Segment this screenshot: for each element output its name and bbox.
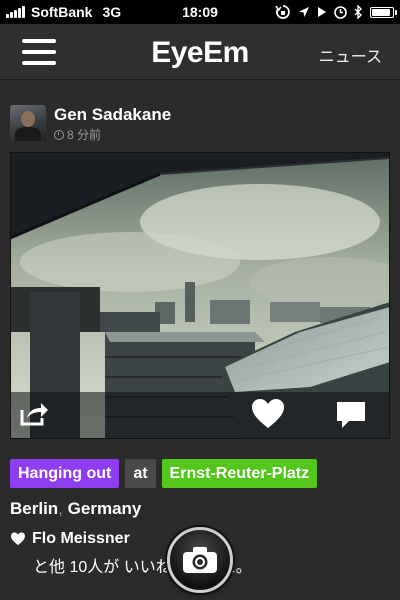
status-right <box>275 4 397 20</box>
carrier-name: SoftBank <box>31 4 93 20</box>
share-icon[interactable] <box>20 400 50 426</box>
location-city: Berlin <box>10 499 59 518</box>
rotation-lock-icon <box>275 5 290 19</box>
hamburger-menu-icon[interactable] <box>22 39 56 65</box>
post-photo[interactable] <box>10 152 390 439</box>
status-left: SoftBank 3G <box>6 4 121 20</box>
camera-icon <box>183 547 217 573</box>
signal-icon <box>6 6 25 18</box>
play-icon <box>318 7 326 17</box>
post-location[interactable]: Berlin, Germany <box>10 499 141 519</box>
photo-feed[interactable]: Gen Sadakane 8 分前 Hanging out at Ernst-R… <box>0 81 400 600</box>
alarm-icon <box>334 5 347 19</box>
avatar[interactable] <box>10 105 46 141</box>
at-label: at <box>125 459 156 488</box>
location-country: Germany <box>67 499 142 518</box>
nav-bar: EyeEm ニュース <box>0 24 400 80</box>
post-time: 8 分前 <box>54 126 171 143</box>
liker-name: Flo Meissner <box>32 530 130 547</box>
battery-icon <box>370 6 397 18</box>
status-bar: SoftBank 3G 18:09 <box>0 0 400 24</box>
location-arrow-icon <box>299 7 309 17</box>
comment-bubble-icon[interactable] <box>335 400 367 430</box>
user-name[interactable]: Gen Sadakane <box>54 105 171 125</box>
clock-icon <box>54 129 64 140</box>
network-type: 3G <box>102 4 122 20</box>
post-header: Gen Sadakane 8 分前 <box>10 105 171 143</box>
heart-icon[interactable] <box>250 398 286 430</box>
user-meta: Gen Sadakane 8 分前 <box>54 105 171 143</box>
venue-tag[interactable]: Ernst-Reuter-Platz <box>161 459 318 488</box>
time-ago: 8 分前 <box>67 128 102 142</box>
bluetooth-icon <box>354 5 362 19</box>
post-tags: Hanging out at Ernst-Reuter-Platz <box>10 459 318 488</box>
small-heart-icon <box>11 532 25 546</box>
topic-tag[interactable]: Hanging out <box>10 459 120 488</box>
location-separator: , <box>58 499 63 518</box>
news-button[interactable]: ニュース <box>319 43 382 67</box>
camera-button[interactable] <box>167 527 233 593</box>
